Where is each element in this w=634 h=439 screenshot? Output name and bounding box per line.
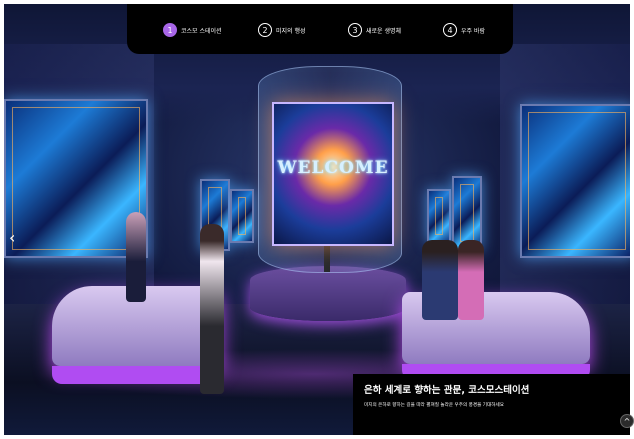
nav-item-label: 미지의 행성 [276, 27, 306, 35]
chevron-left-icon[interactable]: ‹ [9, 228, 23, 248]
nav-item-label: 새로운 생명체 [366, 27, 402, 35]
caption-description: 미지의 은하로 향하는 길을 따라 펼쳐질 놀라운 우주의 풍경을 기대하세요 [364, 403, 504, 408]
hologram-pedestal [250, 266, 406, 321]
hologram-display: WELCOME [272, 102, 394, 246]
wall-screen-center-left [230, 189, 254, 243]
chevron-up-icon[interactable]: ^ [620, 414, 634, 428]
step-navigation: 1 코스모 스테이션 2 미지의 행성 3 새로운 생명체 4 우주 바람 [127, 4, 513, 54]
hologram-text: WELCOME [277, 158, 389, 178]
viewport: WELCOME ‹ 은하 세계로 향하는 관문, 코스모스테이션 미지의 은하로… [4, 4, 630, 435]
caption-panel: 은하 세계로 향하는 관문, 코스모스테이션 미지의 은하로 향하는 길을 따라… [353, 374, 630, 435]
step-number: 3 [348, 23, 362, 37]
visitor-seated-man [422, 240, 458, 320]
step-number: 4 [443, 23, 457, 37]
nav-item-unknown-planet[interactable]: 2 미지의 행성 [258, 22, 306, 38]
visitor-standing [200, 224, 224, 394]
step-number: 2 [258, 23, 272, 37]
nav-item-new-lifeform[interactable]: 3 새로운 생명체 [348, 22, 401, 38]
visitor-photographing [126, 212, 146, 302]
scene-background: WELCOME [4, 4, 630, 435]
nav-item-cosmo-station[interactable]: 1 코스모 스테이션 [163, 22, 222, 38]
nav-item-space-wind[interactable]: 4 우주 바람 [443, 22, 485, 38]
step-number: 1 [163, 23, 177, 37]
nav-item-label: 코스모 스테이션 [181, 27, 222, 35]
wall-screen-right [520, 104, 630, 258]
wall-screen-center-right [427, 189, 451, 243]
caption-title: 은하 세계로 향하는 관문, 코스모스테이션 [364, 385, 530, 396]
wall-screen-right-far [452, 176, 482, 250]
nav-item-label: 우주 바람 [461, 27, 485, 35]
visitor-seated-woman [458, 240, 484, 320]
